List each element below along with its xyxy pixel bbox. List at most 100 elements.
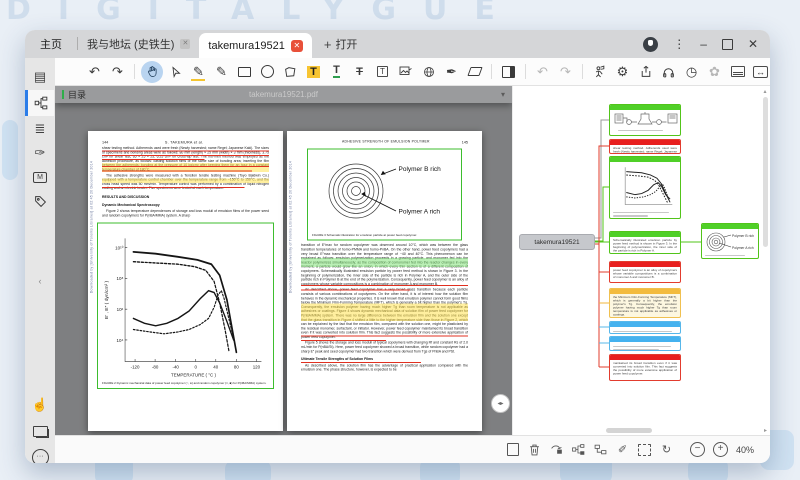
select-tool-button[interactable] bbox=[165, 61, 186, 82]
red-underline-annotation[interactable] bbox=[102, 187, 245, 188]
mindmap-card-particle[interactable]: Polymer B rich Polymer A rich bbox=[701, 223, 759, 259]
red-strikeout-annotation[interactable] bbox=[102, 171, 252, 172]
highlight-text-button[interactable]: T bbox=[303, 61, 324, 82]
mindmap-card-red-note[interactable]: power feed copolymer is an alloy of copo… bbox=[609, 261, 681, 283]
figure-2-selection[interactable]: -120 -80 -40 0 40 80 120 TEMPERATURE ( °… bbox=[97, 223, 274, 389]
share-button[interactable] bbox=[635, 61, 656, 82]
link-node-button[interactable] bbox=[549, 442, 564, 457]
document-dropdown-icon[interactable]: ▾ bbox=[501, 90, 505, 99]
pdf-page-144[interactable]: 144 S. TAKEMURA et al. shear testing met… bbox=[88, 131, 283, 431]
scroll-up-icon[interactable]: ▴ bbox=[763, 88, 766, 95]
toc-button[interactable]: 目录 bbox=[68, 88, 86, 101]
more-options-icon[interactable]: ··· bbox=[27, 446, 53, 463]
notification-icon[interactable] bbox=[643, 37, 658, 52]
mindmap-panel-icon[interactable] bbox=[25, 90, 54, 116]
refresh-layout-button[interactable]: ↻ bbox=[659, 442, 674, 457]
close-window-button[interactable]: ✕ bbox=[748, 37, 758, 51]
tab-takemura-active[interactable]: takemura19521 ✕ bbox=[199, 33, 311, 58]
style-brush-button[interactable]: ✐ bbox=[615, 442, 630, 457]
zoom-out-button[interactable]: − bbox=[690, 442, 705, 457]
menu-kebab-icon[interactable]: ⋮ bbox=[673, 37, 685, 51]
screenshot-button[interactable] bbox=[637, 442, 652, 457]
settings-button[interactable]: ⚙ bbox=[612, 61, 633, 82]
red-underline-annotation[interactable] bbox=[301, 362, 421, 363]
strikeout-text-button[interactable]: T bbox=[349, 61, 370, 82]
read-aloud-button[interactable] bbox=[658, 61, 679, 82]
rectangle-tool-button[interactable] bbox=[234, 61, 255, 82]
scroll-right-icon[interactable]: ▸ bbox=[764, 427, 767, 434]
undo-secondary-button[interactable]: ↶ bbox=[532, 61, 553, 82]
underline-text-button[interactable]: T bbox=[326, 61, 347, 82]
quill-pen-icon[interactable]: ✑ bbox=[27, 142, 53, 164]
timer-button[interactable]: ◷ bbox=[681, 61, 702, 82]
mindmap-card-yellow-note[interactable]: the Minimum Film-Forming Temperature (MF… bbox=[609, 288, 681, 318]
fit-width-button[interactable]: ↔ bbox=[750, 61, 770, 82]
mindmap-card-blue-note[interactable] bbox=[609, 321, 681, 334]
pdf-page-145[interactable]: ADHESIVE STRENGTH OF EMULSION POLYMER 14… bbox=[287, 131, 482, 431]
ai-mindmap-button[interactable] bbox=[589, 61, 610, 82]
mindmap-vertical-scrollbar[interactable]: ▴ bbox=[761, 88, 769, 421]
panel-divider-toggle[interactable]: ◂▸ bbox=[491, 394, 510, 413]
annotation-list-icon[interactable]: ≣ bbox=[27, 118, 53, 140]
tab-essay[interactable]: 我与地坛 (史铁生) ✕ bbox=[78, 30, 199, 58]
scrollbar-thumb[interactable] bbox=[606, 428, 652, 433]
decorate-button[interactable]: ✿ bbox=[704, 61, 725, 82]
red-underline-annotation[interactable] bbox=[102, 151, 269, 152]
undo-button[interactable]: ↶ bbox=[84, 61, 105, 82]
red-underline-annotation[interactable] bbox=[301, 340, 386, 341]
mindmap-horizontal-scrollbar[interactable] bbox=[513, 427, 758, 434]
tag-icon[interactable] bbox=[27, 190, 53, 212]
scrollbar-thumb[interactable] bbox=[763, 97, 768, 247]
home-tab[interactable]: 主页 bbox=[25, 30, 77, 58]
mindmap-panel[interactable]: takemura19521 bbox=[512, 86, 770, 435]
open-file-button[interactable]: + 打开 bbox=[324, 30, 358, 58]
close-tab-icon[interactable]: ✕ bbox=[291, 40, 303, 52]
notes-icon[interactable]: M bbox=[27, 166, 53, 188]
running-head: ADHESIVE STRENGTH OF EMULSION POLYMER bbox=[310, 140, 462, 145]
eraser-button[interactable] bbox=[464, 61, 485, 82]
mindmap-card-red-note[interactable]: maintained its broad transition even if … bbox=[609, 354, 681, 381]
redo-button[interactable]: ↷ bbox=[107, 61, 128, 82]
reader-mode-icon[interactable] bbox=[27, 420, 53, 442]
pencil-button[interactable]: ✎ bbox=[211, 61, 232, 82]
mindmap-root-node[interactable]: takemura19521 bbox=[519, 234, 595, 250]
mindmap-card-green-note[interactable]: Schematically illustrated emulsion parti… bbox=[609, 231, 681, 254]
yellow-highlight-annotation[interactable] bbox=[102, 179, 269, 184]
hand-tool-button[interactable] bbox=[141, 61, 163, 83]
red-underline-annotation[interactable] bbox=[102, 159, 205, 160]
red-underline-annotation[interactable] bbox=[301, 285, 468, 286]
mindmap-card-chart[interactable] bbox=[609, 156, 681, 219]
close-tab-icon[interactable]: ✕ bbox=[180, 39, 190, 49]
red-underline-annotation[interactable] bbox=[102, 155, 269, 156]
side-panel-button[interactable] bbox=[498, 61, 519, 82]
polygon-tool-button[interactable] bbox=[280, 61, 301, 82]
mindmap-card-apparatus[interactable] bbox=[609, 104, 681, 136]
mindmap-card-red-note[interactable]: shear testing method. Adherends used wer… bbox=[609, 139, 681, 154]
red-strikeout-annotation[interactable] bbox=[102, 166, 269, 167]
red-underline-annotation[interactable] bbox=[301, 336, 468, 337]
hand-pointer-icon[interactable]: ☝ bbox=[27, 394, 53, 416]
delete-node-button[interactable] bbox=[527, 442, 542, 457]
image-stamp-button[interactable] bbox=[395, 61, 416, 82]
hyperlink-button[interactable] bbox=[418, 61, 439, 82]
minimize-button[interactable]: – bbox=[700, 37, 707, 51]
sibling-node-button[interactable] bbox=[593, 442, 608, 457]
maximize-button[interactable] bbox=[722, 39, 733, 50]
outline-panel-icon[interactable]: ▤ bbox=[27, 66, 53, 88]
yellow-highlight-annotation[interactable] bbox=[301, 304, 468, 322]
green-highlight-annotation[interactable] bbox=[301, 258, 468, 267]
reading-layout-button[interactable] bbox=[727, 61, 748, 82]
ellipse-tool-button[interactable] bbox=[257, 61, 278, 82]
document-area[interactable]: 目录 takemura19521.pdf ▾ 144 S. TAKEMURA e… bbox=[55, 86, 512, 435]
mindmap-card-blue-note[interactable] bbox=[609, 336, 681, 351]
collapse-sidebar-icon[interactable]: ‹ bbox=[27, 270, 53, 292]
tree-layout-button[interactable] bbox=[571, 442, 586, 457]
signature-button[interactable]: ✒ bbox=[441, 61, 462, 82]
add-node-button[interactable] bbox=[505, 442, 520, 457]
zoom-in-button[interactable]: + bbox=[713, 442, 728, 457]
red-underline-annotation[interactable] bbox=[301, 290, 410, 291]
highlighter-pen-button[interactable]: ✎ bbox=[188, 61, 209, 82]
text-box-button[interactable]: T bbox=[372, 61, 393, 82]
figure-3-selection[interactable]: Polymer B rich Polymer A rich FIGURE 3 S… bbox=[307, 149, 462, 241]
redo-secondary-button[interactable]: ↷ bbox=[555, 61, 576, 82]
